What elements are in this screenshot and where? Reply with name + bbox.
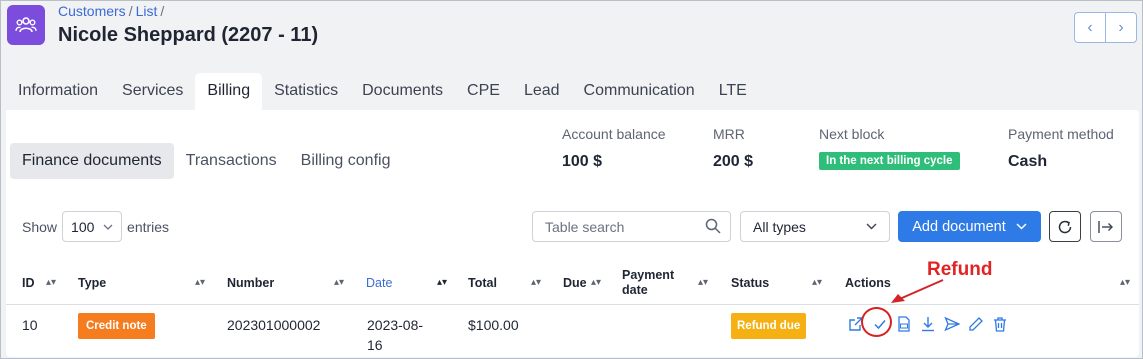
- trash-icon: [994, 317, 1006, 332]
- next-block-stat: Next block In the next billing cycle: [819, 126, 960, 170]
- subtab-transactions[interactable]: Transactions: [174, 143, 289, 179]
- send-icon: [944, 316, 960, 332]
- tab-documents[interactable]: Documents: [350, 73, 455, 111]
- refresh-button[interactable]: [1049, 211, 1081, 242]
- column-header-date[interactable]: Date: [366, 260, 392, 305]
- tab-statistics[interactable]: Statistics: [262, 73, 350, 111]
- refresh-icon: [1058, 220, 1072, 233]
- mrr-stat: MRR 200 $: [713, 126, 753, 171]
- sort-active-icon: ▴▾: [437, 277, 448, 288]
- table-search-input[interactable]: [532, 211, 731, 242]
- entries-label: entries: [127, 218, 170, 235]
- column-header-id[interactable]: ID: [22, 260, 35, 305]
- annotation-highlight-circle: [861, 307, 892, 337]
- cell-number: 202301000002: [227, 317, 321, 333]
- cell-total: $100.00: [468, 317, 519, 333]
- chevron-left-icon: ‹: [1087, 18, 1093, 36]
- pdf-button[interactable]: [895, 315, 913, 333]
- type-badge: Credit note: [78, 313, 155, 339]
- annotation-arrow-icon: [891, 279, 944, 303]
- pdf-file-icon: [898, 316, 910, 332]
- main-tabs: Information Services Billing Statistics …: [6, 73, 759, 111]
- chevron-down-icon: [1016, 223, 1027, 230]
- payment-date-header-line-2: date: [622, 282, 648, 297]
- entries-value: 100: [71, 218, 95, 235]
- sort-icon: ▴▾: [531, 277, 542, 288]
- column-header-due[interactable]: Due: [563, 260, 587, 305]
- tab-lte[interactable]: LTE: [707, 73, 759, 111]
- sort-icon: ▴▾: [812, 277, 823, 288]
- chevron-down-icon: [866, 223, 877, 230]
- tab-billing[interactable]: Billing: [195, 73, 263, 111]
- column-header-number[interactable]: Number: [227, 260, 274, 305]
- add-document-button[interactable]: Add document: [898, 211, 1041, 242]
- account-balance-label: Account balance: [562, 126, 666, 142]
- download-icon: [922, 317, 934, 332]
- next-record-button[interactable]: ›: [1105, 13, 1136, 42]
- subtab-billing-config[interactable]: Billing config: [289, 143, 403, 179]
- sort-icon: ▴▾: [1120, 277, 1131, 288]
- column-header-payment-date[interactable]: Payment date: [622, 260, 674, 305]
- export-icon: [1098, 220, 1113, 233]
- cell-status: Refund due: [731, 313, 807, 339]
- delete-button[interactable]: [991, 315, 1009, 333]
- breadcrumb-customers[interactable]: Customers: [58, 3, 126, 19]
- date-line-2: 16: [367, 337, 383, 353]
- search-icon: [705, 218, 721, 234]
- tab-lead[interactable]: Lead: [512, 73, 572, 111]
- date-line-1: 2023-08-: [367, 317, 424, 333]
- column-header-type[interactable]: Type: [78, 260, 106, 305]
- payment-date-header-line-1: Payment: [622, 267, 675, 282]
- next-block-badge: In the next billing cycle: [819, 152, 960, 170]
- billing-card: Finance documents Transactions Billing c…: [6, 110, 1139, 357]
- page-title: Nicole Sheppard (2207 - 11): [58, 24, 319, 46]
- column-header-status[interactable]: Status: [731, 260, 769, 305]
- pencil-icon: [969, 317, 983, 331]
- edit-button[interactable]: [967, 315, 985, 333]
- sort-icon: ▴▾: [334, 277, 345, 288]
- breadcrumb-separator: /: [160, 3, 165, 19]
- download-button[interactable]: [919, 315, 937, 333]
- add-document-label: Add document: [912, 218, 1006, 235]
- document-type-select[interactable]: All types: [740, 211, 890, 242]
- breadcrumb-separator: /: [128, 3, 133, 19]
- document-type-value: All types: [753, 218, 806, 235]
- mrr-value: 200 $: [713, 153, 754, 170]
- app-frame: Customers / List / Nicole Sheppard (2207 - …: [0, 0, 1143, 359]
- previous-record-button[interactable]: ‹: [1075, 13, 1105, 42]
- record-navigation: ‹ ›: [1074, 12, 1137, 43]
- customers-app-icon: [7, 5, 45, 45]
- send-button[interactable]: [943, 315, 961, 333]
- payment-method-label: Payment method: [1008, 126, 1114, 142]
- page-length-control: Show 100 entries: [22, 211, 169, 242]
- sort-icon: ▴▾: [46, 277, 57, 288]
- billing-sub-tabs: Finance documents Transactions Billing c…: [10, 143, 402, 179]
- payment-method-stat: Payment method Cash: [1008, 126, 1114, 171]
- payment-method-value: Cash: [1008, 153, 1048, 170]
- account-balance-value: 100 $: [562, 153, 603, 170]
- sort-icon: ▴▾: [698, 277, 709, 288]
- breadcrumb-list[interactable]: List: [136, 3, 158, 19]
- cell-id: 10: [22, 317, 38, 333]
- cell-date: 2023-08- 16: [367, 315, 423, 355]
- export-button[interactable]: [1090, 211, 1122, 242]
- tab-services[interactable]: Services: [110, 73, 195, 111]
- mrr-label: MRR: [713, 126, 745, 142]
- breadcrumb: Customers / List /: [58, 3, 167, 19]
- chevron-down-icon: [103, 224, 113, 230]
- column-header-total[interactable]: Total: [468, 260, 497, 305]
- subtab-finance-documents[interactable]: Finance documents: [10, 143, 174, 179]
- cell-type: Credit note: [78, 313, 155, 339]
- tab-cpe[interactable]: CPE: [455, 73, 512, 111]
- show-label: Show: [22, 218, 58, 235]
- tab-information[interactable]: Information: [6, 73, 110, 111]
- tab-communication[interactable]: Communication: [572, 73, 707, 111]
- chevron-right-icon: ›: [1118, 18, 1124, 36]
- account-balance-stat: Account balance 100 $: [562, 126, 666, 171]
- status-badge: Refund due: [731, 313, 807, 339]
- next-block-label: Next block: [819, 126, 885, 142]
- sort-icon: ▴▾: [195, 277, 206, 288]
- sort-icon: ▴▾: [591, 277, 602, 288]
- entries-select[interactable]: 100: [62, 211, 123, 242]
